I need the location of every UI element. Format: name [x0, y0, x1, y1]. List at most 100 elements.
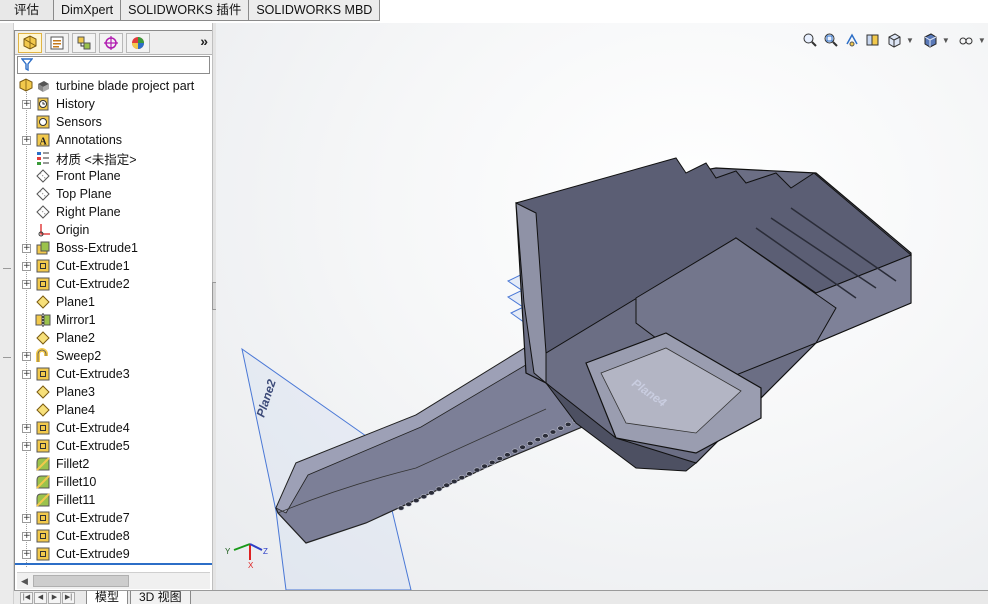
expand-toggle-icon[interactable]: +	[22, 351, 31, 361]
expand-toggle-icon[interactable]: +	[22, 261, 31, 271]
next-tab-icon[interactable]: ▶	[48, 592, 61, 604]
zoom-to-area-icon[interactable]	[822, 31, 840, 49]
tab-dimxpert[interactable]: DimXpert	[54, 0, 122, 21]
display-manager-icon[interactable]	[126, 33, 150, 53]
tab-solidworks-addins[interactable]: SOLIDWORKS 插件	[121, 0, 250, 21]
expand-toggle-icon[interactable]: +	[22, 279, 31, 289]
expand-toggle-icon[interactable]: +	[22, 369, 31, 379]
tree-root-part[interactable]: turbine blade project part	[15, 77, 212, 95]
feature-filter-input[interactable]	[17, 56, 210, 74]
tree-item-label: Plane3	[56, 385, 95, 399]
tree-item-sensors[interactable]: Sensors	[15, 113, 212, 131]
tab-evaluate[interactable]: 评估	[0, 0, 55, 21]
tree-item-cut-extrude3[interactable]: + Cut-Extrude3	[15, 365, 212, 383]
chevron-down-icon[interactable]: ▼	[906, 36, 914, 45]
tree-item-label: Boss-Extrude1	[56, 241, 138, 255]
hide-show-items-icon[interactable]	[957, 31, 975, 49]
cut-extrude-icon	[35, 258, 51, 274]
tree-item-label: Plane1	[56, 295, 95, 309]
tree-item-label: Front Plane	[56, 169, 121, 183]
tree-item-label: Sensors	[56, 115, 102, 129]
expand-panel-button[interactable]: »	[200, 33, 208, 49]
tree-item-origin[interactable]: Origin	[15, 221, 212, 239]
scroll-thumb[interactable]	[33, 575, 129, 587]
tree-item-cut-extrude5[interactable]: + Cut-Extrude5	[15, 437, 212, 455]
expand-toggle-icon[interactable]: +	[22, 441, 31, 451]
cooling-hole	[435, 486, 443, 492]
panel-horizontal-scrollbar[interactable]: ◀	[17, 572, 210, 589]
last-tab-icon[interactable]: ▶|	[62, 592, 75, 604]
tree-item-cut-extrude4[interactable]: + Cut-Extrude4	[15, 419, 212, 437]
tree-item-label: Fillet10	[56, 475, 97, 489]
tree-item-right-plane[interactable]: Right Plane	[15, 203, 212, 221]
scroll-left-icon[interactable]: ◀	[21, 576, 28, 587]
tree-item-cut-extrude2[interactable]: + Cut-Extrude2	[15, 275, 212, 293]
tab-model[interactable]: 模型	[86, 591, 129, 604]
expand-toggle-icon[interactable]: +	[22, 243, 31, 253]
prev-tab-icon[interactable]: ◀	[34, 592, 47, 604]
tree-item-cut-extrude1[interactable]: + Cut-Extrude1	[15, 257, 212, 275]
plane-icon	[35, 168, 51, 184]
expand-toggle-icon[interactable]: +	[22, 549, 31, 559]
panel-toolbar: »	[15, 31, 212, 55]
tab-3d-view[interactable]: 3D 视图	[130, 591, 191, 604]
tree-root-label: turbine blade project part	[56, 79, 195, 93]
tree-item-plane1[interactable]: Plane1	[15, 293, 212, 311]
tree-item-plane3[interactable]: Plane3	[15, 383, 212, 401]
expand-toggle-icon[interactable]: +	[22, 135, 31, 145]
tree-item-label: Cut-Extrude7	[56, 511, 130, 525]
view-orientation-icon[interactable]	[885, 31, 903, 49]
cooling-hole	[481, 463, 488, 469]
tree-item-cut-extrude8[interactable]: + Cut-Extrude8	[15, 527, 212, 545]
cut-extrude-icon	[35, 420, 51, 436]
tree-item-top-plane[interactable]: Top Plane	[15, 185, 212, 203]
tree-item-boss-extrude1[interactable]: + Boss-Extrude1	[15, 239, 212, 257]
cut-extrude-icon	[35, 438, 51, 454]
tree-item-label: Cut-Extrude3	[56, 367, 130, 381]
tree-item-fillet11[interactable]: Fillet11	[15, 491, 212, 509]
tree-item-label: Cut-Extrude5	[56, 439, 130, 453]
chevron-down-icon[interactable]: ▼	[942, 36, 950, 45]
expand-toggle-icon[interactable]: +	[22, 513, 31, 523]
section-view-icon[interactable]	[864, 31, 882, 49]
cooling-hole	[405, 501, 412, 507]
first-tab-icon[interactable]: |◀	[20, 592, 33, 604]
svg-text:A: A	[40, 137, 48, 148]
tree-item-fillet10[interactable]: Fillet10	[15, 473, 212, 491]
zoom-to-fit-icon[interactable]	[801, 31, 819, 49]
tree-item-plane2[interactable]: Plane2	[15, 329, 212, 347]
property-manager-icon[interactable]	[45, 33, 69, 53]
tree-item-fillet2[interactable]: Fillet2	[15, 455, 212, 473]
expand-toggle-icon[interactable]: +	[22, 423, 31, 433]
tree-item-mirror1[interactable]: Mirror1	[15, 311, 212, 329]
tree-item-cut-extrude9[interactable]: + Cut-Extrude9	[15, 545, 212, 563]
display-style-icon[interactable]	[921, 31, 939, 49]
axis-triad: X Y Z	[225, 543, 268, 570]
plane-feature-icon	[35, 294, 51, 310]
fillet-icon	[35, 456, 51, 472]
tree-item-label: Cut-Extrude1	[56, 259, 130, 273]
tree-item-plane4[interactable]: Plane4	[15, 401, 212, 419]
tree-item-cut-extrude7[interactable]: + Cut-Extrude7	[15, 509, 212, 527]
tree-item-front-plane[interactable]: Front Plane	[15, 167, 212, 185]
chevron-down-icon[interactable]: ▼	[978, 36, 986, 45]
expand-toggle-icon[interactable]: +	[22, 531, 31, 541]
boss-extrude-icon	[35, 240, 51, 256]
cooling-hole	[496, 456, 504, 462]
tab-solidworks-mbd[interactable]: SOLIDWORKS MBD	[249, 0, 381, 21]
feature-tree: turbine blade project part + History Senso…	[15, 77, 212, 563]
graphics-viewport[interactable]: Plane2 Plane4 ▼ ▼ ▼ ▼ ▼ X Y Z	[216, 23, 988, 590]
feature-manager-icon[interactable]	[18, 33, 42, 53]
feature-manager-panel: » turbine blade project part + History Sen…	[14, 30, 213, 595]
dimxpert-manager-icon[interactable]	[99, 33, 123, 53]
configuration-manager-icon[interactable]	[72, 33, 96, 53]
tree-item-annotations[interactable]: + A Annotations	[15, 131, 212, 149]
previous-view-icon[interactable]	[843, 31, 861, 49]
tree-item-sweep2[interactable]: + Sweep2	[15, 347, 212, 365]
cut-extrude-icon	[35, 366, 51, 382]
bottom-tab-bar: |◀ ◀ ▶ ▶| 模型 3D 视图	[14, 590, 988, 604]
tree-item-[interactable]: 材质 <未指定>	[15, 149, 212, 167]
sensor-icon	[35, 114, 51, 130]
tree-item-history[interactable]: + History	[15, 95, 212, 113]
expand-toggle-icon[interactable]: +	[22, 99, 31, 109]
